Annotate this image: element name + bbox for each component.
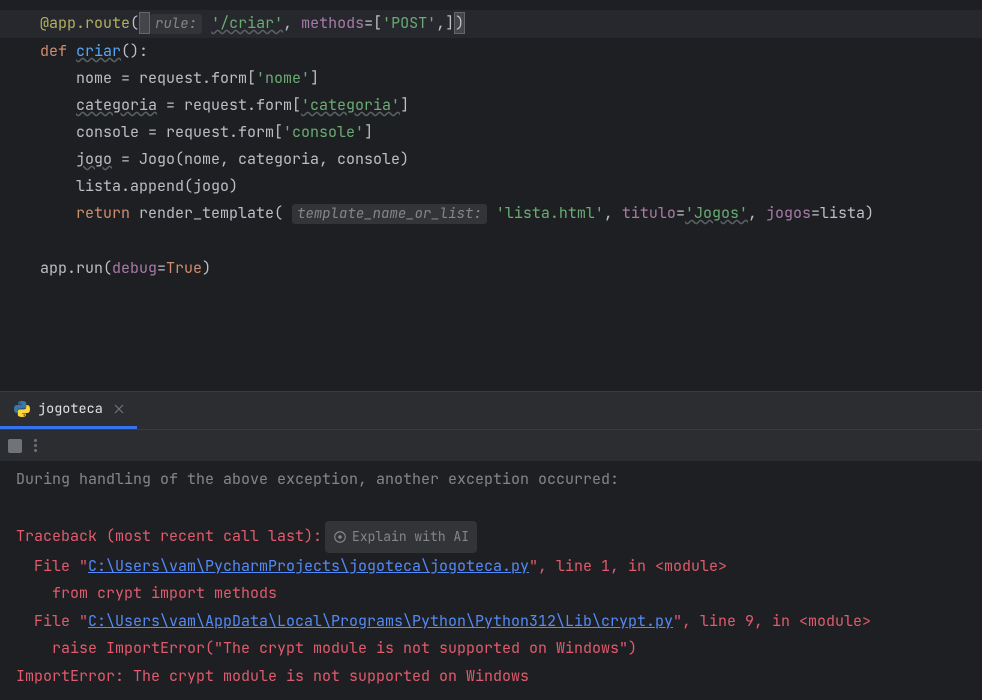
code-line[interactable]: nome = request.form['nome'] xyxy=(0,65,982,92)
code-editor[interactable]: @app.route( rule: '/criar', methods=['PO… xyxy=(0,0,982,391)
code-line[interactable]: return render_template( template_name_or… xyxy=(0,200,982,228)
close-icon[interactable] xyxy=(111,401,127,417)
file-link[interactable]: C:\Users\vam\PycharmProjects\jogoteca\jo… xyxy=(88,556,529,576)
code-line[interactable]: lista.append(jogo) xyxy=(0,173,982,200)
console-line: During handling of the above exception, … xyxy=(16,466,966,494)
console-line: File "C:\Users\vam\PycharmProjects\jogot… xyxy=(16,553,966,581)
run-tab[interactable]: jogoteca xyxy=(0,392,137,429)
console-line: File "C:\Users\vam\AppData\Local\Program… xyxy=(16,608,966,636)
more-icon[interactable] xyxy=(34,439,37,452)
code-line[interactable]: jogo = Jogo(nome, categoria, console) xyxy=(0,146,982,173)
code-line[interactable]: categoria = request.form['categoria'] xyxy=(0,92,982,119)
explain-with-ai-button[interactable]: Explain with AI xyxy=(325,521,477,553)
tab-label: jogoteca xyxy=(38,400,103,418)
stop-icon[interactable] xyxy=(8,439,22,453)
string-literal: '/criar' xyxy=(211,13,283,33)
run-tab-bar: jogoteca xyxy=(0,391,982,429)
code-line[interactable]: app.run(debug=True) xyxy=(0,255,982,282)
code-line[interactable]: @app.route( rule: '/criar', methods=['PO… xyxy=(0,10,982,38)
console-toolbar xyxy=(0,429,982,461)
console-line: Traceback (most recent call last):Explai… xyxy=(16,521,966,553)
console-output[interactable]: During handling of the above exception, … xyxy=(0,461,982,700)
function-name: criar xyxy=(76,41,121,61)
decorator: @app.route xyxy=(40,13,130,33)
code-line[interactable]: def criar(): xyxy=(0,38,982,65)
ai-icon xyxy=(333,530,347,544)
param-hint: rule: xyxy=(150,14,202,34)
console-line: raise ImportError("The crypt module is n… xyxy=(16,635,966,663)
console-line: from crypt import methods xyxy=(16,580,966,608)
python-icon xyxy=(14,401,30,417)
console-line xyxy=(16,494,966,522)
file-link[interactable]: C:\Users\vam\AppData\Local\Programs\Pyth… xyxy=(88,611,673,631)
code-line[interactable]: console = request.form['console'] xyxy=(0,119,982,146)
param-hint: template_name_or_list: xyxy=(292,204,487,224)
console-line: ImportError: The crypt module is not sup… xyxy=(16,663,966,691)
code-line[interactable] xyxy=(0,228,982,255)
